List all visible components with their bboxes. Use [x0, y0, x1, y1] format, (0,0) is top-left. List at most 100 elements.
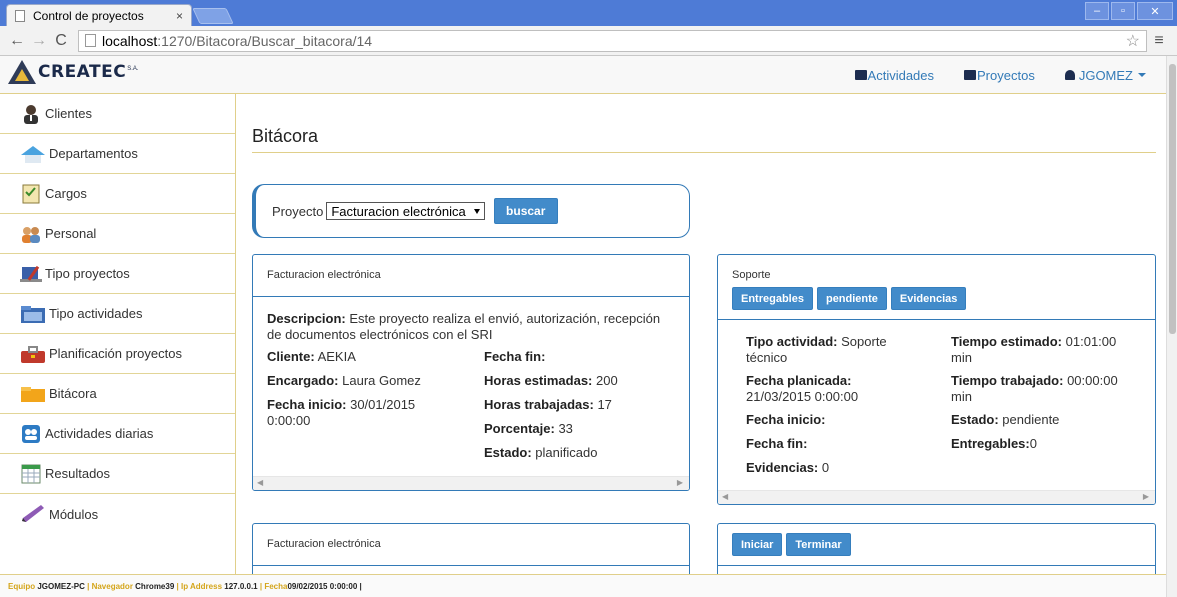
project-select[interactable]: Facturacion electrónica [326, 202, 485, 220]
entregables-button[interactable]: Entregables [732, 287, 813, 310]
pendiente-button[interactable]: pendiente [816, 287, 887, 310]
footer-sep-1: | [84, 581, 92, 591]
close-window-button[interactable]: ✕ [1137, 2, 1173, 20]
scrollbar-thumb[interactable] [1169, 64, 1176, 334]
tipo-actividad-label: Tipo actividad: [746, 334, 838, 349]
horizontal-scrollbar[interactable]: ◀ ▶ [253, 476, 689, 490]
page-icon [15, 9, 25, 22]
scroll-right-icon[interactable]: ▶ [677, 478, 683, 487]
scroll-left-icon[interactable]: ◀ [722, 492, 728, 501]
reload-icon[interactable]: C [50, 32, 72, 50]
iniciar-button[interactable]: Iniciar [732, 533, 783, 556]
actions-panel: Iniciar Terminar [717, 523, 1156, 574]
project-type-icon [20, 264, 42, 284]
sidebar-item-planificacion[interactable]: Planificación proyectos [0, 334, 235, 374]
terminar-button[interactable]: Terminar [786, 533, 851, 556]
sidebar-item-clientes[interactable]: Clientes [0, 94, 235, 134]
url-input[interactable]: localhost:1270/Bitacora/Buscar_bitacora/… [78, 29, 1147, 52]
tipo-actividad-value-2: técnico [746, 350, 788, 365]
brand-name: CREATEC [38, 62, 127, 82]
sidebar-item-label: Personal [45, 226, 97, 241]
status-footer: Equipo JGOMEZ-PC | Navegador Chrome39 | … [0, 574, 1166, 597]
sidebar-item-bitacora[interactable]: Bitácora [0, 374, 235, 414]
brand-logo[interactable]: CREATEC S.A. [8, 60, 139, 84]
project-panel-header: Facturacion electrónica [253, 255, 689, 297]
sidebar-item-label: Tipo actividades [49, 306, 143, 321]
fecha-inicio-value: 30/01/2015 [350, 397, 416, 412]
back-arrow-icon[interactable]: ← [6, 32, 28, 50]
footer-navegador-value: Chrome39 [135, 581, 175, 591]
bookmark-star-icon[interactable]: ☆ [1126, 31, 1140, 51]
horas-estimadas-label: Horas estimadas: [484, 373, 593, 388]
activity-fecha-fin: Fecha fin: [746, 436, 807, 452]
tiempo-trabajado-label: Tiempo trabajado: [951, 373, 1064, 388]
sidebar-item-actividades-diarias[interactable]: Actividades diarias [0, 414, 235, 454]
maximize-button[interactable]: ▫ [1111, 2, 1135, 20]
forward-arrow-icon[interactable]: → [28, 32, 50, 50]
sidebar-item-modulos[interactable]: Módulos [0, 494, 235, 534]
page-scrollbar[interactable] [1166, 56, 1177, 597]
fecha-fin: Fecha fin: [484, 349, 545, 365]
activity-estado-value: pendiente [1002, 412, 1060, 427]
tab-close-icon[interactable]: × [176, 9, 183, 23]
activity-panel-header: Soporte Entregables pendiente Evidencias [718, 255, 1155, 320]
browser-menu-icon[interactable]: ≡ [1147, 32, 1171, 50]
encargado: Encargado: Laura Gomez [267, 373, 421, 389]
tipo-actividad-value: Soporte [841, 334, 887, 349]
horas-trabajadas-label: Horas trabajadas: [484, 397, 594, 412]
activity-fecha-inicio-label: Fecha inicio: [746, 412, 826, 427]
nav-proyectos-link[interactable]: Proyectos [964, 68, 1035, 83]
tiempo-trabajado: Tiempo trabajado: 00:00:00 min [951, 373, 1118, 405]
navbar-links: Actividades Proyectos JGOMEZ [854, 56, 1146, 94]
sidebar-item-label: Actividades diarias [45, 426, 154, 441]
activity-fecha-fin-label: Fecha fin: [746, 436, 808, 451]
house-icon [20, 144, 46, 164]
folder-icon [20, 384, 46, 404]
cliente: Cliente: AEKIA [267, 349, 356, 365]
project-panel-2-header: Facturacion electrónica [253, 524, 689, 566]
descripcion: Descripcion: Este proyecto realiza el en… [267, 311, 687, 343]
tiempo-trabajado-value: 00:00:00 [1067, 373, 1118, 388]
minimize-button[interactable]: – [1085, 2, 1109, 20]
user-menu-dropdown[interactable]: JGOMEZ [1064, 68, 1146, 83]
sidebar-item-tipo-proyectos[interactable]: Tipo proyectos [0, 254, 235, 294]
project-panel-2-title: Facturacion electrónica [267, 538, 381, 550]
activity-evidencias-label: Evidencias: [746, 460, 819, 475]
project-select-value: Facturacion electrónica [331, 203, 466, 219]
select-arrow-icon [473, 208, 480, 214]
footer-fecha-label: Fecha [264, 581, 288, 591]
browser-tab-bar: Control de proyectos × – ▫ ✕ [0, 0, 1177, 26]
estado: Estado: planificado [484, 445, 597, 461]
fecha-inicio: Fecha inicio: 30/01/2015 0:00:00 [267, 397, 415, 429]
nav-actividades-link[interactable]: Actividades [854, 68, 934, 83]
sidebar-item-personal[interactable]: Personal [0, 214, 235, 254]
address-bar-row: ← → C localhost:1270/Bitacora/Buscar_bit… [0, 26, 1177, 56]
nav-proyectos-label: Proyectos [977, 67, 1035, 83]
project-search-box: Proyecto Facturacion electrónica buscar [252, 184, 690, 238]
sidebar-item-cargos[interactable]: Cargos [0, 174, 235, 214]
scroll-left-icon[interactable]: ◀ [257, 478, 263, 487]
fecha-fin-label: Fecha fin: [484, 349, 546, 364]
evidencias-button[interactable]: Evidencias [890, 287, 967, 310]
sidebar-item-label: Cargos [45, 186, 87, 201]
horas-trabajadas: Horas trabajadas: 17 [484, 397, 612, 413]
footer-ip-label: Ip Address [180, 581, 225, 591]
cliente-value: AEKIA [317, 349, 356, 364]
fecha-planicada: Fecha planicada: 21/03/2015 0:00:00 [746, 373, 858, 405]
horizontal-scrollbar[interactable]: ◀ ▶ [718, 490, 1155, 504]
horas-estimadas: Horas estimadas: 200 [484, 373, 618, 389]
activity-entregables-label: Entregables: [951, 436, 1030, 451]
project-panel-2: Facturacion electrónica [252, 523, 690, 574]
footer-end: | [357, 581, 362, 591]
new-tab-button[interactable] [192, 8, 234, 24]
sidebar-item-departamentos[interactable]: Departamentos [0, 134, 235, 174]
window-controls: – ▫ ✕ [1085, 2, 1173, 20]
user-icon [1064, 70, 1075, 80]
buscar-button[interactable]: buscar [493, 198, 558, 224]
sidebar-item-label: Módulos [49, 506, 99, 522]
browser-tab[interactable]: Control de proyectos × [6, 4, 192, 26]
sidebar-item-tipo-actividades[interactable]: Tipo actividades [0, 294, 235, 334]
footer-equipo-label: Equipo [8, 581, 38, 591]
sidebar-item-resultados[interactable]: Resultados [0, 454, 235, 494]
scroll-right-icon[interactable]: ▶ [1143, 492, 1149, 501]
